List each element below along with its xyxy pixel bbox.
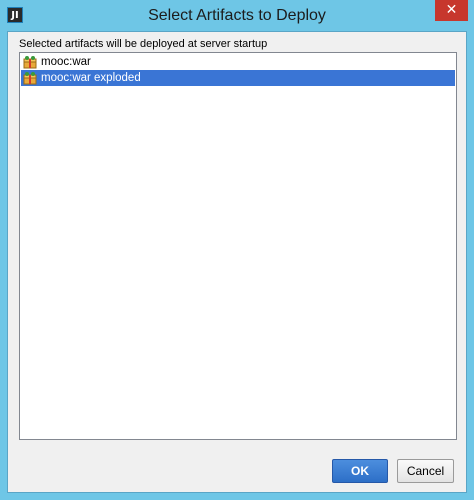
cancel-button[interactable]: Cancel	[397, 459, 454, 483]
artifact-label: mooc:war	[41, 56, 91, 68]
dialog-content: Selected artifacts will be deployed at s…	[7, 31, 467, 493]
artifacts-caption: Selected artifacts will be deployed at s…	[19, 38, 268, 50]
artifact-icon	[23, 72, 37, 85]
artifacts-list[interactable]: mooc:war mooc:war exploded	[19, 52, 457, 440]
window-title: Select Artifacts to Deploy	[148, 7, 326, 24]
artifact-label: mooc:war exploded	[41, 72, 141, 84]
artifact-icon	[23, 56, 37, 69]
ok-button[interactable]: OK	[332, 459, 388, 483]
artifact-item-mooc-war-exploded[interactable]: mooc:war exploded	[21, 70, 455, 86]
artifact-item-mooc-war[interactable]: mooc:war	[21, 54, 455, 70]
dialog-window: JI Select Artifacts to Deploy ✕ Selected…	[0, 0, 474, 500]
title-bar[interactable]: JI Select Artifacts to Deploy ✕	[0, 0, 474, 31]
close-button[interactable]: ✕	[435, 0, 468, 21]
close-icon: ✕	[445, 2, 458, 18]
